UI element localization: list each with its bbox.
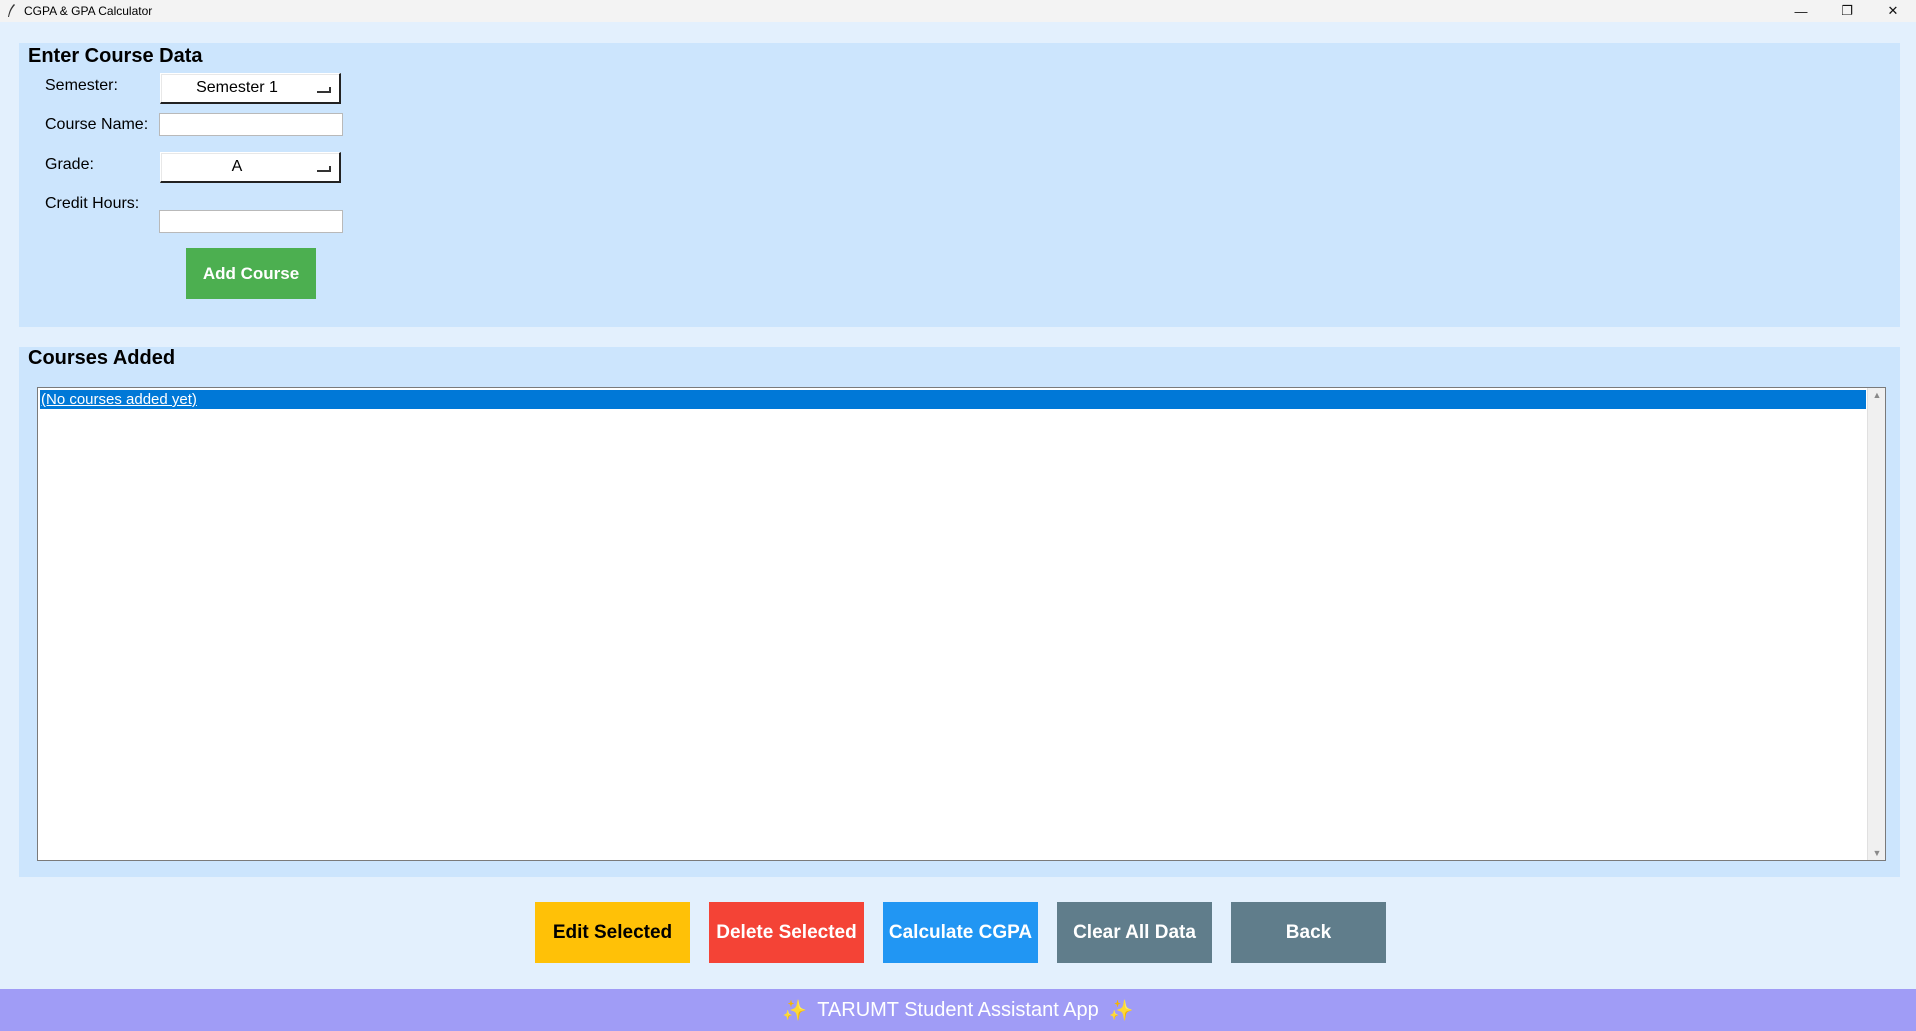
clear-all-data-button[interactable]: Clear All Data — [1057, 902, 1212, 963]
semester-dropdown[interactable]: Semester 1 — [160, 73, 341, 104]
sparkle-icon: ✨ — [1108, 999, 1134, 1022]
course-name-input[interactable] — [159, 113, 343, 136]
footer-text: TARUMT Student Assistant App — [817, 998, 1099, 1021]
restore-button[interactable]: ❐ — [1824, 0, 1870, 22]
dropdown-indicator-icon — [317, 87, 331, 93]
grade-value: A — [231, 158, 243, 175]
courses-listbox[interactable]: (No courses added yet) ▲ ▼ — [37, 387, 1886, 861]
grade-label: Grade: — [45, 156, 94, 173]
close-button[interactable]: ✕ — [1870, 0, 1916, 22]
window-controls: — ❐ ✕ — [1778, 0, 1916, 22]
dropdown-indicator-icon — [317, 166, 331, 172]
entry-panel-title: Enter Course Data — [28, 45, 203, 67]
title-bar: CGPA & GPA Calculator — ❐ ✕ — [0, 0, 1916, 22]
semester-value: Semester 1 — [196, 79, 278, 96]
scroll-down-arrow-icon[interactable]: ▼ — [1868, 846, 1886, 860]
back-button[interactable]: Back — [1231, 902, 1386, 963]
add-course-button[interactable]: Add Course — [186, 248, 316, 299]
course-name-label: Course Name: — [45, 116, 149, 133]
credit-hours-label: Credit Hours: — [45, 195, 140, 212]
minimize-button[interactable]: — — [1778, 0, 1824, 22]
calculate-cgpa-button[interactable]: Calculate CGPA — [883, 902, 1038, 963]
scroll-up-arrow-icon[interactable]: ▲ — [1868, 388, 1886, 402]
sparkle-icon: ✨ — [782, 999, 808, 1022]
footer-banner: ✨ TARUMT Student Assistant App ✨ — [0, 989, 1916, 1031]
edit-selected-button[interactable]: Edit Selected — [535, 902, 690, 963]
courses-panel-title: Courses Added — [28, 347, 176, 369]
list-item[interactable]: (No courses added yet) — [40, 390, 1866, 409]
vertical-scrollbar[interactable]: ▲ ▼ — [1867, 388, 1885, 860]
feather-icon — [8, 4, 15, 17]
delete-selected-button[interactable]: Delete Selected — [709, 902, 864, 963]
window-title: CGPA & GPA Calculator — [24, 4, 153, 18]
grade-dropdown[interactable]: A — [160, 152, 341, 183]
courses-added-panel: Courses Added (No courses added yet) ▲ ▼ — [19, 347, 1900, 877]
credit-hours-input[interactable] — [159, 210, 343, 233]
course-entry-panel: Enter Course Data Semester: Semester 1 C… — [19, 43, 1900, 327]
semester-label: Semester: — [45, 77, 118, 94]
